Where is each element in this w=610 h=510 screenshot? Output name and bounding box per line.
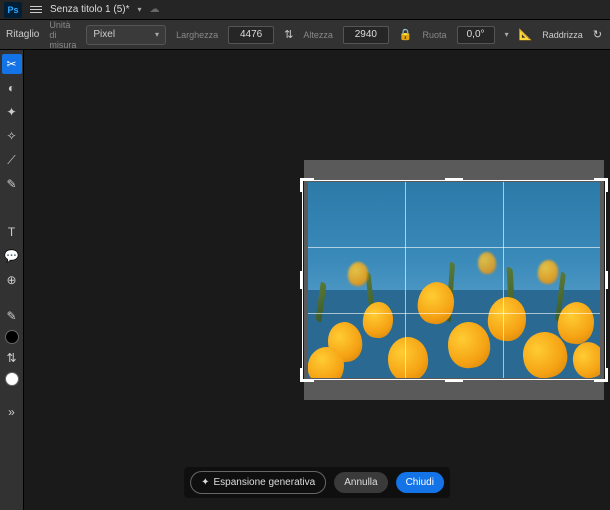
crop-tool[interactable]: ✂ (2, 54, 22, 74)
crop-region[interactable] (302, 180, 606, 380)
lock-aspect-icon[interactable]: 🔒 (399, 28, 413, 41)
height-label: Altezza (303, 30, 333, 40)
chevron-down-icon[interactable]: ▾ (138, 5, 142, 14)
generative-expand-label: Espansione generativa (213, 477, 315, 488)
document-title[interactable]: Senza titolo 1 (5)* (50, 4, 130, 15)
units-label: Unità di misura (49, 20, 76, 50)
swap-dimensions-icon[interactable]: ⇅ (284, 28, 293, 41)
rotate-label: Ruota (423, 30, 447, 40)
crop-grid-line (308, 313, 600, 314)
crop-grid-line (503, 182, 504, 378)
image-content (308, 182, 600, 378)
crop-handle-bottom[interactable] (445, 379, 463, 382)
crop-handle-right[interactable] (605, 271, 608, 289)
rotate-arrow-icon[interactable]: ↻ (593, 28, 602, 41)
canvas-area[interactable]: ✦ Espansione generativa Annulla Chiudi (24, 50, 610, 510)
straighten-button[interactable]: Raddrizza (542, 30, 583, 40)
rotate-input[interactable] (457, 26, 495, 44)
width-input[interactable] (228, 26, 274, 44)
tools-panel: ✂ ◐ ✦ ✧ ⟋ ✎ T 💬 ⊕ ✎ ⇅ » (0, 50, 24, 510)
shape-tool[interactable] (2, 198, 22, 218)
straighten-icon[interactable]: 📐 (519, 28, 533, 41)
units-select[interactable]: Pixel ▾ (86, 25, 166, 45)
adjust-tool[interactable]: ◐ (2, 78, 22, 98)
cloud-sync-icon[interactable]: ☁ (150, 4, 160, 15)
brush-tool[interactable]: ✎ (2, 174, 22, 194)
chevron-down-icon[interactable]: ▾ (505, 30, 509, 39)
hamburger-menu-icon[interactable] (30, 6, 42, 13)
tool-name-label: Ritaglio (6, 29, 39, 40)
spot-heal-tool[interactable]: ✦ (2, 102, 22, 122)
clone-tool[interactable]: ⊕ (2, 270, 22, 290)
contextual-task-bar: ✦ Espansione generativa Annulla Chiudi (184, 467, 450, 498)
sparkle-icon: ✦ (201, 477, 209, 488)
chevron-down-icon: ▾ (155, 30, 159, 39)
foreground-color-swatch[interactable] (5, 330, 19, 344)
background-color-swatch[interactable] (5, 372, 19, 386)
crop-handle-top-left[interactable] (300, 178, 310, 188)
magic-wand-tool[interactable]: ✧ (2, 126, 22, 146)
ps-logo: Ps (4, 2, 22, 18)
crop-handle-left[interactable] (300, 271, 303, 289)
generative-expand-button[interactable]: ✦ Espansione generativa (190, 471, 326, 494)
crop-handle-top[interactable] (445, 178, 463, 181)
comment-tool[interactable]: 💬 (2, 246, 22, 266)
text-tool[interactable]: T (2, 222, 22, 242)
cancel-button[interactable]: Annulla (334, 472, 387, 493)
quick-actions-tool[interactable]: ⟋ (2, 150, 22, 170)
height-input[interactable] (343, 26, 389, 44)
crop-grid-line (405, 182, 406, 378)
options-bar: Ritaglio Unità di misura Pixel ▾ Larghez… (0, 20, 610, 50)
expand-tools-icon[interactable]: » (2, 402, 22, 422)
top-menu-bar: Ps Senza titolo 1 (5)* ▾ ☁ (0, 0, 610, 20)
crop-grid-line (308, 247, 600, 248)
close-button[interactable]: Chiudi (396, 472, 444, 493)
eyedropper-tool[interactable]: ✎ (2, 306, 22, 326)
width-label: Larghezza (176, 30, 218, 40)
sliders-tool[interactable]: ⇅ (2, 348, 22, 368)
units-value: Pixel (93, 29, 115, 40)
